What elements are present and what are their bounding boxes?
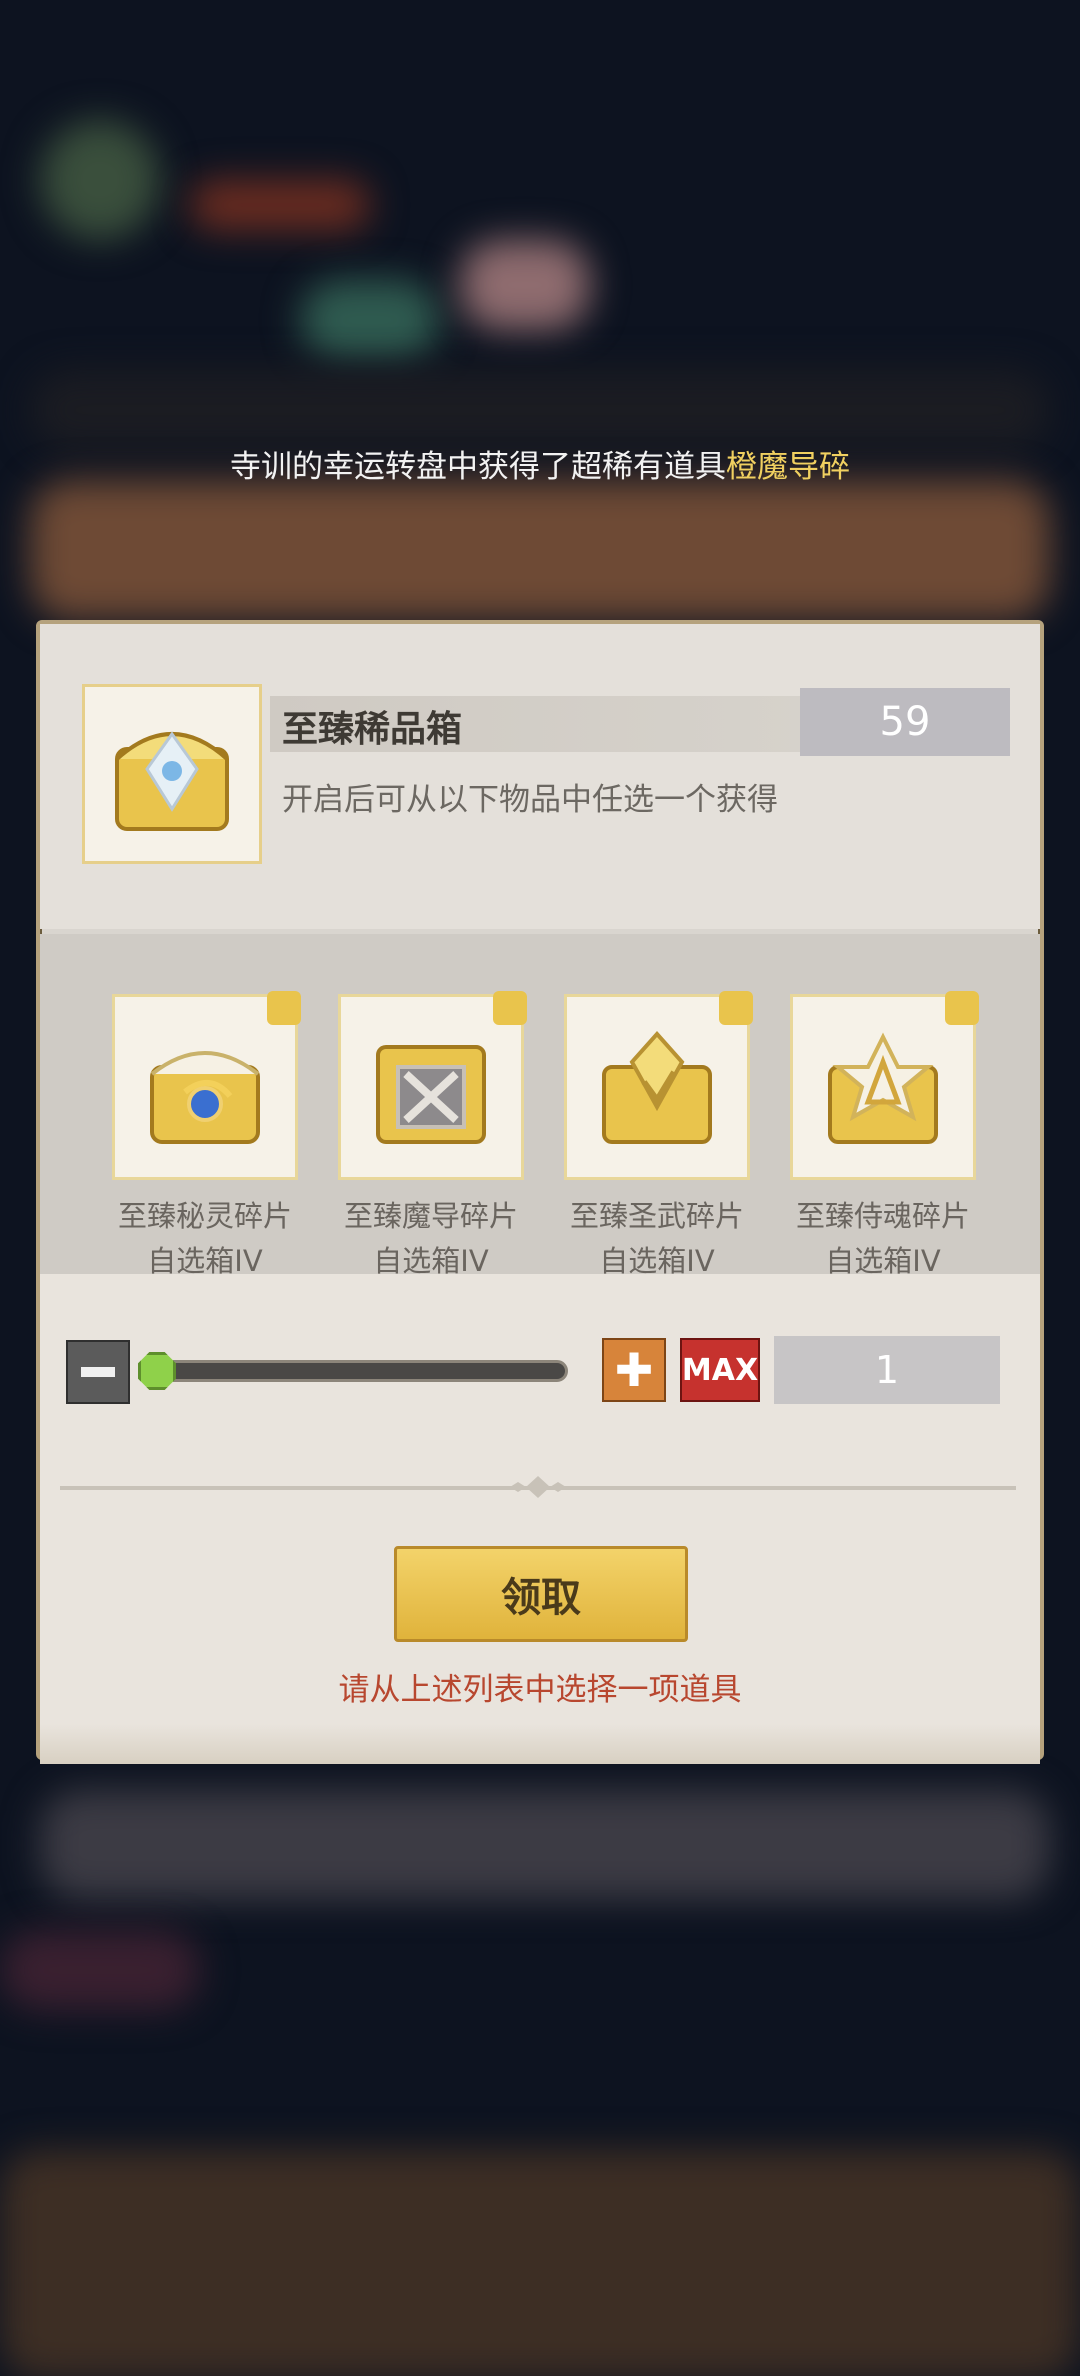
chest-select-dialog: 至臻稀品箱 59 开启后可从以下物品中任选一个获得 至臻秘灵碎片 自选箱IV 至… — [36, 620, 1044, 1764]
puzzle-piece-icon — [493, 991, 527, 1025]
gold-chest-star-icon[interactable] — [790, 991, 979, 1180]
chest-description: 开启后可从以下物品中任选一个获得 — [282, 782, 778, 818]
gold-chest-dragon-icon[interactable] — [112, 991, 301, 1180]
gold-chest-sword-icon[interactable] — [564, 991, 753, 1180]
option-item[interactable]: 至臻魔导碎片 自选箱IV — [336, 991, 527, 1284]
chest-title: 至臻稀品箱 — [282, 709, 463, 750]
item-label: 至臻圣武碎片 自选箱IV — [569, 1199, 744, 1278]
max-button[interactable]: MAX — [680, 1338, 760, 1402]
item-label: 至臻秘灵碎片 自选箱IV — [117, 1199, 292, 1278]
item-label: 至臻侍魂碎片 自选箱IV — [795, 1199, 970, 1278]
bottom-ornament — [40, 1724, 1040, 1764]
minus-icon — [81, 1367, 115, 1377]
broadcast-highlight: 橙魔导碎 — [726, 448, 850, 485]
chest-info: 至臻稀品箱 59 开启后可从以下物品中任选一个获得 — [40, 624, 1040, 929]
puzzle-piece-icon — [267, 991, 301, 1025]
slider-handle[interactable] — [138, 1352, 176, 1390]
quantity-input[interactable]: 1 — [774, 1336, 1000, 1404]
item-label: 至臻魔导碎片 自选箱IV — [343, 1199, 518, 1278]
owned-count: 59 — [800, 688, 1010, 756]
option-item[interactable]: 至臻秘灵碎片 自选箱IV — [110, 991, 301, 1284]
selection-hint: 请从上述列表中选择一项道具 — [338, 1672, 742, 1708]
puzzle-piece-icon — [945, 991, 979, 1025]
puzzle-piece-icon — [719, 991, 753, 1025]
gold-chest-cross-icon[interactable] — [338, 991, 527, 1180]
quantity-slider[interactable] — [150, 1360, 568, 1382]
divider-ornament-icon — [510, 1476, 566, 1498]
increase-button[interactable]: ✚ — [602, 1338, 666, 1402]
item-options: 至臻秘灵碎片 自选箱IV 至臻魔导碎片 自选箱IV 至臻圣武碎片 自选箱IV 至… — [40, 934, 1040, 1278]
system-broadcast: 寺训的幸运转盘中获得了超稀有道具 橙魔导碎 — [0, 430, 1080, 496]
plus-icon: ✚ — [614, 1343, 654, 1397]
broadcast-text: 寺训的幸运转盘中获得了超稀有道具 — [230, 448, 726, 485]
gold-chest-icon — [82, 684, 262, 864]
option-item[interactable]: 至臻侍魂碎片 自选箱IV — [788, 991, 979, 1284]
decrease-button[interactable] — [66, 1340, 130, 1404]
option-item[interactable]: 至臻圣武碎片 自选箱IV — [562, 991, 753, 1284]
claim-button[interactable]: 领取 — [394, 1546, 688, 1642]
quantity-controls: ✚ MAX 1 领取 请从上述列表中选择一项道具 — [40, 1274, 1040, 1764]
